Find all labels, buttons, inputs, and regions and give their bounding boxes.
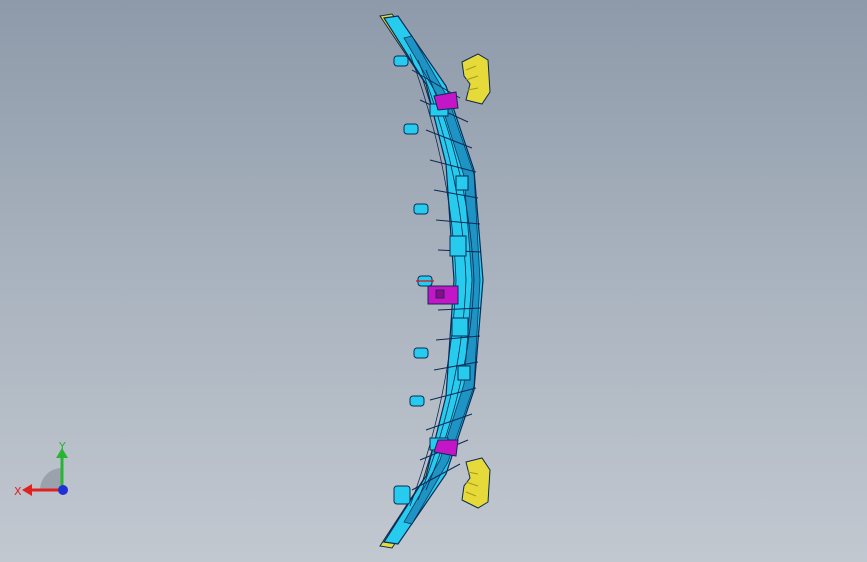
mounting-tab	[393, 485, 411, 505]
3d-model-view[interactable]	[0, 0, 867, 562]
coordinate-triad: Y X	[14, 440, 68, 498]
bracket-icon[interactable]	[461, 53, 491, 105]
mounting-tabs	[393, 55, 433, 505]
mounting-tab	[409, 395, 425, 407]
mounting-tab	[403, 123, 419, 135]
mounting-tab	[413, 203, 429, 215]
bracket-icon[interactable]	[461, 457, 491, 509]
x-axis-label: X	[14, 485, 22, 498]
mounting-tab	[413, 347, 429, 359]
clip-icon[interactable]	[427, 285, 459, 305]
x-axis-arrow	[22, 484, 32, 496]
z-axis-dot	[58, 485, 68, 495]
mounting-tab	[393, 55, 409, 67]
graphics-viewport[interactable]: Y X	[0, 0, 867, 562]
triad-plane-quadrant	[40, 468, 62, 490]
y-axis-label: Y	[58, 440, 66, 453]
